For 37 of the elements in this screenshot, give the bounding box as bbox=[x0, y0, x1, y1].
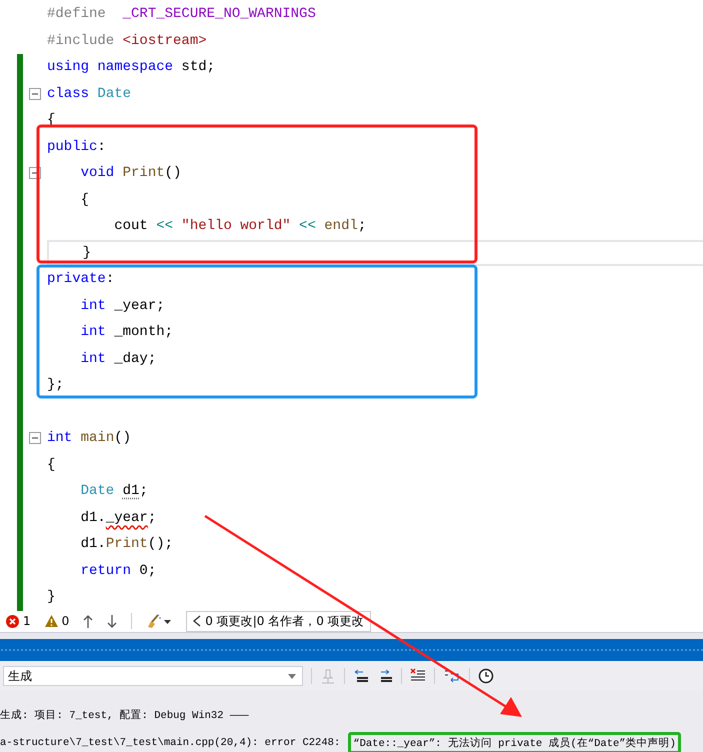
code-line: class Date bbox=[47, 84, 132, 104]
code-line: d1.Print(); bbox=[80, 535, 174, 554]
code-line: #define _CRT_SECURE_NO_WARNINGS bbox=[47, 5, 317, 24]
code-line: Date d1; bbox=[80, 482, 149, 502]
code-line: int _month; bbox=[80, 323, 174, 342]
output-text: 生成: 项目: 7_test, 配置: Debug Win32 ——— bbox=[0, 708, 249, 722]
down-arrow-icon[interactable] bbox=[107, 614, 118, 628]
code-line: public: bbox=[47, 138, 107, 157]
code-line: int _year; bbox=[80, 296, 166, 316]
collapse-icon[interactable] bbox=[29, 88, 41, 100]
code-line: cout << "hello world" << endl; bbox=[113, 217, 368, 236]
code-line: { bbox=[80, 190, 90, 210]
up-arrow-icon[interactable] bbox=[83, 614, 94, 628]
clock-icon[interactable] bbox=[478, 668, 494, 684]
outdent-icon[interactable] bbox=[353, 668, 369, 684]
code-line: { bbox=[47, 456, 56, 475]
code-line: int main() bbox=[47, 429, 132, 448]
code-line: }; bbox=[47, 376, 65, 396]
code-line: void Print() bbox=[80, 164, 182, 184]
code-line: } bbox=[47, 588, 56, 608]
output-text: a-structure\7_test\7_test\main.cpp(20,4): error C2248: bbox=[0, 737, 340, 749]
code-line: } bbox=[47, 240, 703, 266]
code-line: int _day; bbox=[80, 350, 158, 369]
code-line: using namespace std; bbox=[47, 58, 216, 78]
error-message: “Date::_year”: 无法访问 private 成员(在“Date”类中声明) bbox=[348, 732, 681, 752]
error-count[interactable]: 1 bbox=[6, 614, 31, 628]
code-line: return 0; bbox=[80, 562, 158, 581]
word-wrap-icon[interactable] bbox=[443, 668, 461, 684]
code-line: d1._year; bbox=[80, 508, 158, 528]
changes-indicator[interactable]: 0 项更改|0 名作者，0 项更改 bbox=[186, 610, 371, 632]
broom-icon[interactable] bbox=[146, 614, 172, 628]
output-source-dropdown[interactable]: 生成 bbox=[3, 666, 303, 686]
warning-count[interactable]: 0 bbox=[44, 614, 70, 628]
code-line: private: bbox=[47, 270, 116, 290]
code-line: #include <iostream> bbox=[47, 32, 208, 51]
caret-icon bbox=[288, 674, 296, 678]
collapse-icon[interactable] bbox=[29, 432, 41, 444]
